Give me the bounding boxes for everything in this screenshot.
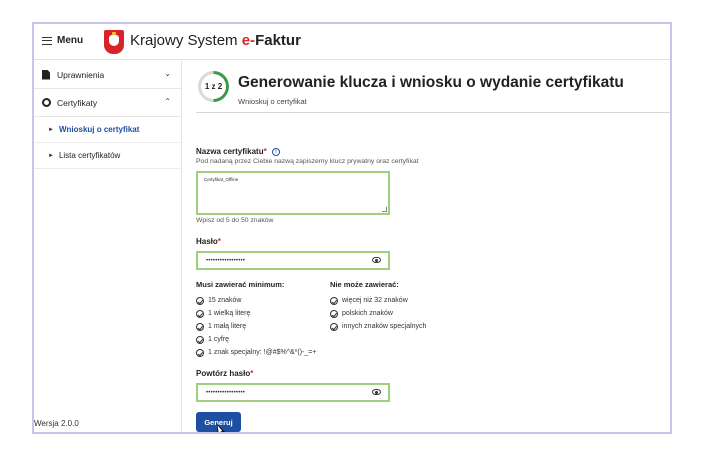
document-icon: [42, 69, 50, 80]
check-circle-icon: [196, 335, 204, 344]
rule-text: polskich znaków: [342, 310, 393, 317]
sidebar-item-uprawnienia[interactable]: Uprawnienia ⌄: [34, 61, 181, 88]
poland-emblem-icon: [104, 30, 124, 54]
check-circle-icon: [196, 296, 204, 305]
password-label: Hasło*: [196, 237, 221, 246]
password-input[interactable]: •••••••••••••••••: [196, 251, 390, 270]
check-circle-icon: [330, 322, 338, 331]
list-item: polskich znaków: [330, 307, 426, 320]
required-mark: *: [263, 147, 267, 156]
top-bar: Menu Krajowy System e-Faktur: [34, 24, 670, 60]
cert-name-value: Certyfikat_Offline: [204, 177, 239, 182]
cert-name-label: Nazwa certyfikatu* i: [196, 147, 280, 156]
cert-name-hint: Wpisz od 5 do 50 znaków: [196, 217, 274, 224]
field-label: Nazwa certyfikatu: [196, 147, 264, 156]
rule-text: więcej niż 32 znaków: [342, 297, 408, 304]
page-title: Generowanie klucza i wniosku o wydanie c…: [238, 74, 624, 91]
check-circle-icon: [330, 309, 338, 318]
repeat-password-input[interactable]: •••••••••••••••••: [196, 383, 390, 402]
sidebar-subitem-lista[interactable]: ► Lista certyfikatów: [34, 143, 181, 169]
cert-name-textarea[interactable]: Certyfikat_Offline: [196, 171, 390, 215]
page-subtitle: Wnioskuj o certyfikat: [238, 97, 307, 106]
eye-icon[interactable]: [372, 389, 381, 395]
hamburger-icon: [42, 36, 52, 45]
brand-bold: Faktur: [255, 32, 301, 49]
bullet-icon: ►: [48, 152, 54, 159]
bullet-icon: ►: [48, 126, 54, 133]
required-mark: *: [250, 369, 254, 378]
check-circle-icon: [196, 348, 204, 357]
sidebar-subitem-label: Wnioskuj o certyfikat: [58, 125, 140, 134]
app-brand[interactable]: Krajowy System e-Faktur: [130, 32, 301, 49]
sidebar-item-certyfikaty[interactable]: Certyfikaty ⌃: [34, 89, 181, 116]
list-item: 1 znak specjalny: !@#$%^&*()-_=+: [196, 346, 316, 359]
check-circle-icon: [196, 322, 204, 331]
app-version: Wersja 2.0.0: [34, 419, 79, 428]
must-not-contain-heading: Nie może zawierać:: [330, 280, 399, 289]
rule-text: innych znaków specjalnych: [342, 323, 427, 330]
cert-name-description: Pod nadaną przez Ciebie nazwą zapiszemy …: [196, 158, 419, 165]
password-value: •••••••••••••••••: [206, 257, 246, 264]
list-item: 15 znaków: [196, 294, 316, 307]
repeat-password-value: •••••••••••••••••: [206, 389, 246, 396]
repeat-password-label: Powtórz hasło*: [196, 369, 253, 378]
brand-text-2: em: [216, 32, 242, 49]
menu-label: Menu: [57, 35, 84, 46]
chevron-down-icon: ⌄: [164, 69, 171, 78]
sidebar-item-label: Uprawnienia: [57, 69, 105, 80]
field-label: Hasło: [196, 237, 218, 246]
app-window: Menu Krajowy System e-Faktur Uprawnienia…: [32, 22, 672, 434]
certificate-icon: [42, 98, 51, 107]
eye-icon[interactable]: [372, 257, 381, 263]
must-contain-heading: Musi zawierać minimum:: [196, 280, 285, 289]
sidebar: Uprawnienia ⌄ Certyfikaty ⌃ ► Wnioskuj o…: [34, 61, 182, 432]
check-circle-icon: [196, 309, 204, 318]
field-label: Powtórz hasło: [196, 369, 251, 378]
check-circle-icon: [330, 296, 338, 305]
rule-text: 1 cyfrę: [208, 336, 230, 343]
resize-handle-icon[interactable]: [382, 207, 387, 212]
required-mark: *: [217, 237, 221, 246]
divider: [196, 112, 670, 113]
list-item: więcej niż 32 znaków: [330, 294, 426, 307]
menu-button[interactable]: Menu: [42, 35, 83, 46]
main-content: 1 z 2 Generowanie klucza i wniosku o wyd…: [196, 61, 670, 432]
step-progress-ring: 1 z 2: [198, 71, 229, 102]
list-item: 1 małą literę: [196, 320, 316, 333]
rule-text: 1 małą literę: [208, 323, 247, 330]
brand-accent: e-: [241, 32, 256, 49]
step-indicator: 1 z 2: [204, 82, 223, 91]
rule-text: 1 znak specjalny: !@#$%^&*()-_=+: [208, 349, 317, 356]
list-item: 1 cyfrę: [196, 333, 316, 346]
sidebar-subitem-wnioskuj[interactable]: ► Wnioskuj o certyfikat: [34, 117, 181, 143]
list-item: 1 wielką literę: [196, 307, 316, 320]
sidebar-item-label: Certyfikaty: [57, 97, 98, 108]
brand-text-1: Krajowy Syst: [130, 32, 217, 49]
must-contain-list: 15 znaków 1 wielką literę 1 małą literę …: [196, 294, 316, 359]
sidebar-subitem-label: Lista certyfikatów: [58, 151, 121, 160]
must-not-contain-list: więcej niż 32 znaków polskich znaków inn…: [330, 294, 426, 333]
info-icon[interactable]: i: [271, 147, 280, 156]
rule-text: 1 wielką literę: [208, 310, 251, 317]
rule-text: 15 znaków: [208, 297, 242, 304]
list-item: innych znaków specjalnych: [330, 320, 426, 333]
chevron-up-icon: ⌃: [164, 97, 171, 106]
